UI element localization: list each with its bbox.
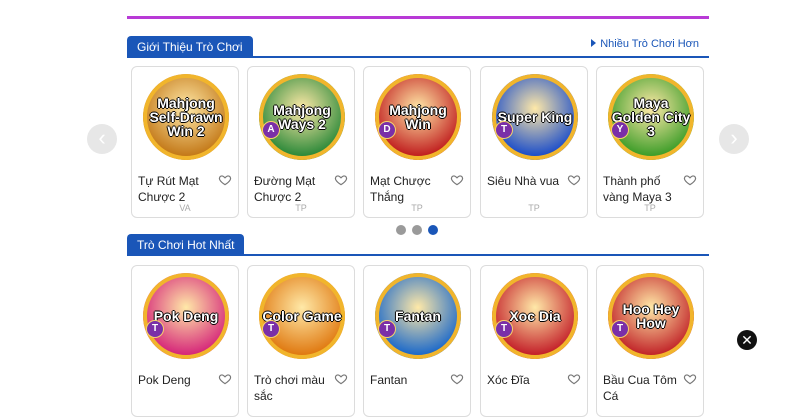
provider-badge: Y xyxy=(611,121,629,139)
game-provider: VA xyxy=(179,203,191,213)
game-name: Thành phố vàng Maya 3 xyxy=(603,174,672,204)
game-provider: TP xyxy=(295,203,307,213)
provider-badge: T xyxy=(262,320,280,338)
provider-badge: D xyxy=(378,121,396,139)
game-card[interactable]: Mahjong Ways 2 A Đường Mạt Chược 2 TP xyxy=(247,66,355,218)
provider-badge: A xyxy=(262,121,280,139)
provider-badge: T xyxy=(146,320,164,338)
heart-outline-icon[interactable] xyxy=(218,372,232,386)
more-games-link[interactable]: Nhiều Trò Chơi Hơn xyxy=(591,38,699,50)
game-provider: TP xyxy=(644,203,656,213)
game-name: Siêu Nhà vua xyxy=(487,174,560,188)
top-divider xyxy=(127,16,709,19)
game-card[interactable]: Xoc Dia T Xóc Đĩa xyxy=(480,265,588,417)
game-name: Fantan xyxy=(370,373,408,387)
section-title-hot: Trò Chơi Hot Nhất xyxy=(127,234,245,256)
game-name: Đường Mạt Chược 2 xyxy=(254,174,316,204)
game-card[interactable]: Hoo Hey How T Bầu Cua Tôm Cá xyxy=(596,265,704,417)
close-button[interactable]: ✕ xyxy=(737,330,757,350)
game-thumbnail: Mahjong Win xyxy=(375,74,461,160)
game-thumbnail: Fantan xyxy=(375,273,461,359)
chevron-right-icon: › xyxy=(730,125,738,150)
heart-outline-icon[interactable] xyxy=(567,372,581,386)
heart-outline-icon[interactable] xyxy=(683,173,697,187)
section-title-intro: Giới Thiệu Trò Chơi xyxy=(127,36,253,58)
provider-badge: T xyxy=(495,121,513,139)
game-name: Pok Deng xyxy=(138,373,191,387)
section-header-hot: Trò Chơi Hot Nhất xyxy=(127,232,709,256)
provider-badge: T xyxy=(495,320,513,338)
game-card[interactable]: Super King T Siêu Nhà vua TP xyxy=(480,66,588,218)
game-card[interactable]: Pok Deng T Pok Deng xyxy=(131,265,239,417)
chevron-left-icon: ‹ xyxy=(98,125,106,150)
game-provider: TP xyxy=(411,203,423,213)
game-thumbnail: Super King xyxy=(492,74,578,160)
game-provider: TP xyxy=(528,203,540,213)
game-card[interactable]: Maya Golden City 3 Y Thành phố vàng Maya 3… xyxy=(596,66,704,218)
heart-outline-icon[interactable] xyxy=(218,173,232,187)
game-thumbnail: Hoo Hey How xyxy=(608,273,694,359)
game-card[interactable]: Mahjong Win D Mạt Chược Thắng TP xyxy=(363,66,471,218)
close-icon: ✕ xyxy=(741,332,753,348)
section-header-intro: Giới Thiệu Trò Chơi Nhiều Trò Chơi Hơn xyxy=(127,34,709,58)
provider-badge: T xyxy=(378,320,396,338)
heart-outline-icon[interactable] xyxy=(334,372,348,386)
game-thumbnail: Maya Golden City 3 xyxy=(608,74,694,160)
caret-right-icon xyxy=(591,39,597,47)
heart-outline-icon[interactable] xyxy=(450,372,464,386)
heart-outline-icon[interactable] xyxy=(450,173,464,187)
game-name: Bầu Cua Tôm Cá xyxy=(603,373,677,403)
more-games-label: Nhiều Trò Chơi Hơn xyxy=(600,38,699,50)
game-card[interactable]: Color Game T Trò chơi màu sắc xyxy=(247,265,355,417)
game-thumbnail: Pok Deng xyxy=(143,273,229,359)
game-thumbnail: Color Game xyxy=(259,273,345,359)
game-card[interactable]: Mahjong Self-Drawn Win 2 Tự Rút Mạt Chược… xyxy=(131,66,239,218)
game-name: Tự Rút Mạt Chược 2 xyxy=(138,174,199,204)
game-name: Trò chơi màu sắc xyxy=(254,373,325,403)
game-name: Xóc Đĩa xyxy=(487,373,530,387)
game-thumbnail: Mahjong Self-Drawn Win 2 xyxy=(143,74,229,160)
carousel-next-button[interactable]: › xyxy=(719,124,749,154)
game-logo: Mahjong Self-Drawn Win 2 xyxy=(149,95,223,139)
carousel-prev-button[interactable]: ‹ xyxy=(87,124,117,154)
provider-badge: T xyxy=(611,320,629,338)
game-thumbnail: Mahjong Ways 2 xyxy=(259,74,345,160)
game-name: Mạt Chược Thắng xyxy=(370,174,431,204)
game-thumbnail: Xoc Dia xyxy=(492,273,578,359)
game-card[interactable]: Fantan T Fantan xyxy=(363,265,471,417)
heart-outline-icon[interactable] xyxy=(334,173,348,187)
heart-outline-icon[interactable] xyxy=(683,372,697,386)
heart-outline-icon[interactable] xyxy=(567,173,581,187)
